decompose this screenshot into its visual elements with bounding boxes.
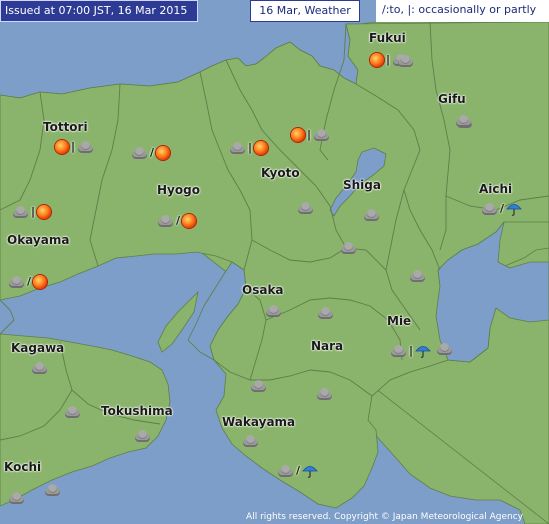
sep-partly: | <box>409 344 414 357</box>
label-gifu: Gifu <box>438 92 466 106</box>
label-kochi: Kochi <box>4 460 42 474</box>
label-fukui: Fukui <box>369 31 406 45</box>
cloud-icon <box>340 242 357 254</box>
cloud-icon <box>64 406 81 418</box>
label-shiga: Shiga <box>343 178 381 192</box>
sep-to: / <box>150 146 155 159</box>
forecast-mie-central <box>436 341 453 357</box>
cloud-icon <box>363 209 380 221</box>
cloud-icon <box>8 276 25 288</box>
forecast-tokushima-south <box>134 428 151 444</box>
forecast-okayama-north: | <box>12 204 52 220</box>
label-mie: Mie <box>387 314 412 328</box>
sep-to: / <box>27 275 32 288</box>
forecast-nara-south <box>316 386 333 402</box>
cloud-icon <box>390 345 407 357</box>
sep-to: / <box>500 202 505 215</box>
label-osaka: Osaka <box>242 283 284 297</box>
forecast-wakayama-south: / <box>277 463 318 479</box>
map-base <box>0 0 549 524</box>
cloud-icon <box>436 343 453 355</box>
cloud-icon <box>131 147 148 159</box>
cloud-icon <box>77 141 94 153</box>
cloud-icon <box>229 142 246 154</box>
umbrella-icon <box>415 343 431 359</box>
cloud-icon <box>250 380 267 392</box>
copyright: All rights reserved. Copyright © Japan M… <box>246 512 523 522</box>
forecast-wakayama-central <box>242 433 259 449</box>
forecast-nara-north <box>317 305 334 321</box>
label-tottori: Tottori <box>43 120 88 134</box>
forecast-aichi-west <box>455 113 472 129</box>
label-okayama: Okayama <box>7 233 70 247</box>
label-tokushima: Tokushima <box>101 404 173 418</box>
sep-to: / <box>176 214 181 227</box>
sun-icon <box>156 146 171 160</box>
forecast-wakayama-north <box>250 378 267 394</box>
forecast-shiga-north <box>363 207 380 223</box>
forecast-kagawa <box>31 360 48 376</box>
sun-icon <box>33 275 48 289</box>
cloud-icon <box>157 215 174 227</box>
forecast-aichi-east: / <box>481 201 522 217</box>
cloud-icon <box>455 115 472 127</box>
cloud-icon <box>313 129 330 141</box>
cloud-icon <box>44 484 61 496</box>
forecast-hyogo-north: / <box>131 145 171 161</box>
cloud-icon <box>277 465 294 477</box>
sep-partly: | <box>31 205 36 218</box>
sep-partly: | <box>386 53 391 66</box>
forecast-kochi-east <box>44 482 61 498</box>
sep-to: / <box>296 464 301 477</box>
forecast-kyoto-north: | <box>229 140 269 156</box>
sun-icon <box>55 140 69 154</box>
label-kyoto: Kyoto <box>261 166 300 180</box>
forecast-kyoto-south <box>297 200 314 216</box>
forecast-date: 16 Mar, Weather <box>250 0 360 22</box>
forecast-hyogo-south: / <box>157 213 197 229</box>
separator-legend: /:to, |: occasionally or partly <box>376 0 549 22</box>
cloud-icon <box>265 305 282 317</box>
forecast-kochi-west <box>8 490 25 506</box>
forecast-mie-north <box>409 268 426 284</box>
cloud-icon <box>409 270 426 282</box>
cloud-icon <box>297 202 314 214</box>
label-hyogo: Hyogo <box>157 183 200 197</box>
sep-partly: | <box>248 141 253 154</box>
sun-icon <box>37 205 52 219</box>
sun-icon <box>182 214 197 228</box>
sun-icon <box>370 53 384 67</box>
cloud-icon <box>397 55 414 67</box>
forecast-fukui-south <box>397 53 414 69</box>
forecast-shiga-south <box>340 240 357 256</box>
forecast-okayama-south: / <box>8 274 48 290</box>
label-wakayama: Wakayama <box>222 415 296 429</box>
forecast-tottori: | <box>55 139 94 155</box>
cloud-icon <box>8 492 25 504</box>
forecast-osaka <box>265 303 282 319</box>
label-kagawa: Kagawa <box>11 341 65 355</box>
cloud-icon <box>12 206 29 218</box>
sep-partly: | <box>71 140 76 153</box>
forecast-tokushima-north <box>64 404 81 420</box>
cloud-icon <box>242 435 259 447</box>
umbrella-icon <box>302 463 318 479</box>
sun-icon <box>291 128 305 142</box>
weather-map: Issued at 07:00 JST, 16 Mar 2015 16 Mar,… <box>0 0 549 524</box>
sep-partly: | <box>307 128 312 141</box>
forecast-mie-south: | <box>390 343 431 359</box>
cloud-icon <box>317 307 334 319</box>
forecast-kyoto-north-east: | <box>291 127 330 143</box>
cloud-icon <box>134 430 151 442</box>
issued-time: Issued at 07:00 JST, 16 Mar 2015 <box>0 0 198 22</box>
label-aichi: Aichi <box>479 182 513 196</box>
umbrella-icon <box>506 201 522 217</box>
cloud-icon <box>31 362 48 374</box>
label-nara: Nara <box>311 339 344 353</box>
cloud-icon <box>316 388 333 400</box>
cloud-icon <box>481 203 498 215</box>
sun-icon <box>254 141 269 155</box>
